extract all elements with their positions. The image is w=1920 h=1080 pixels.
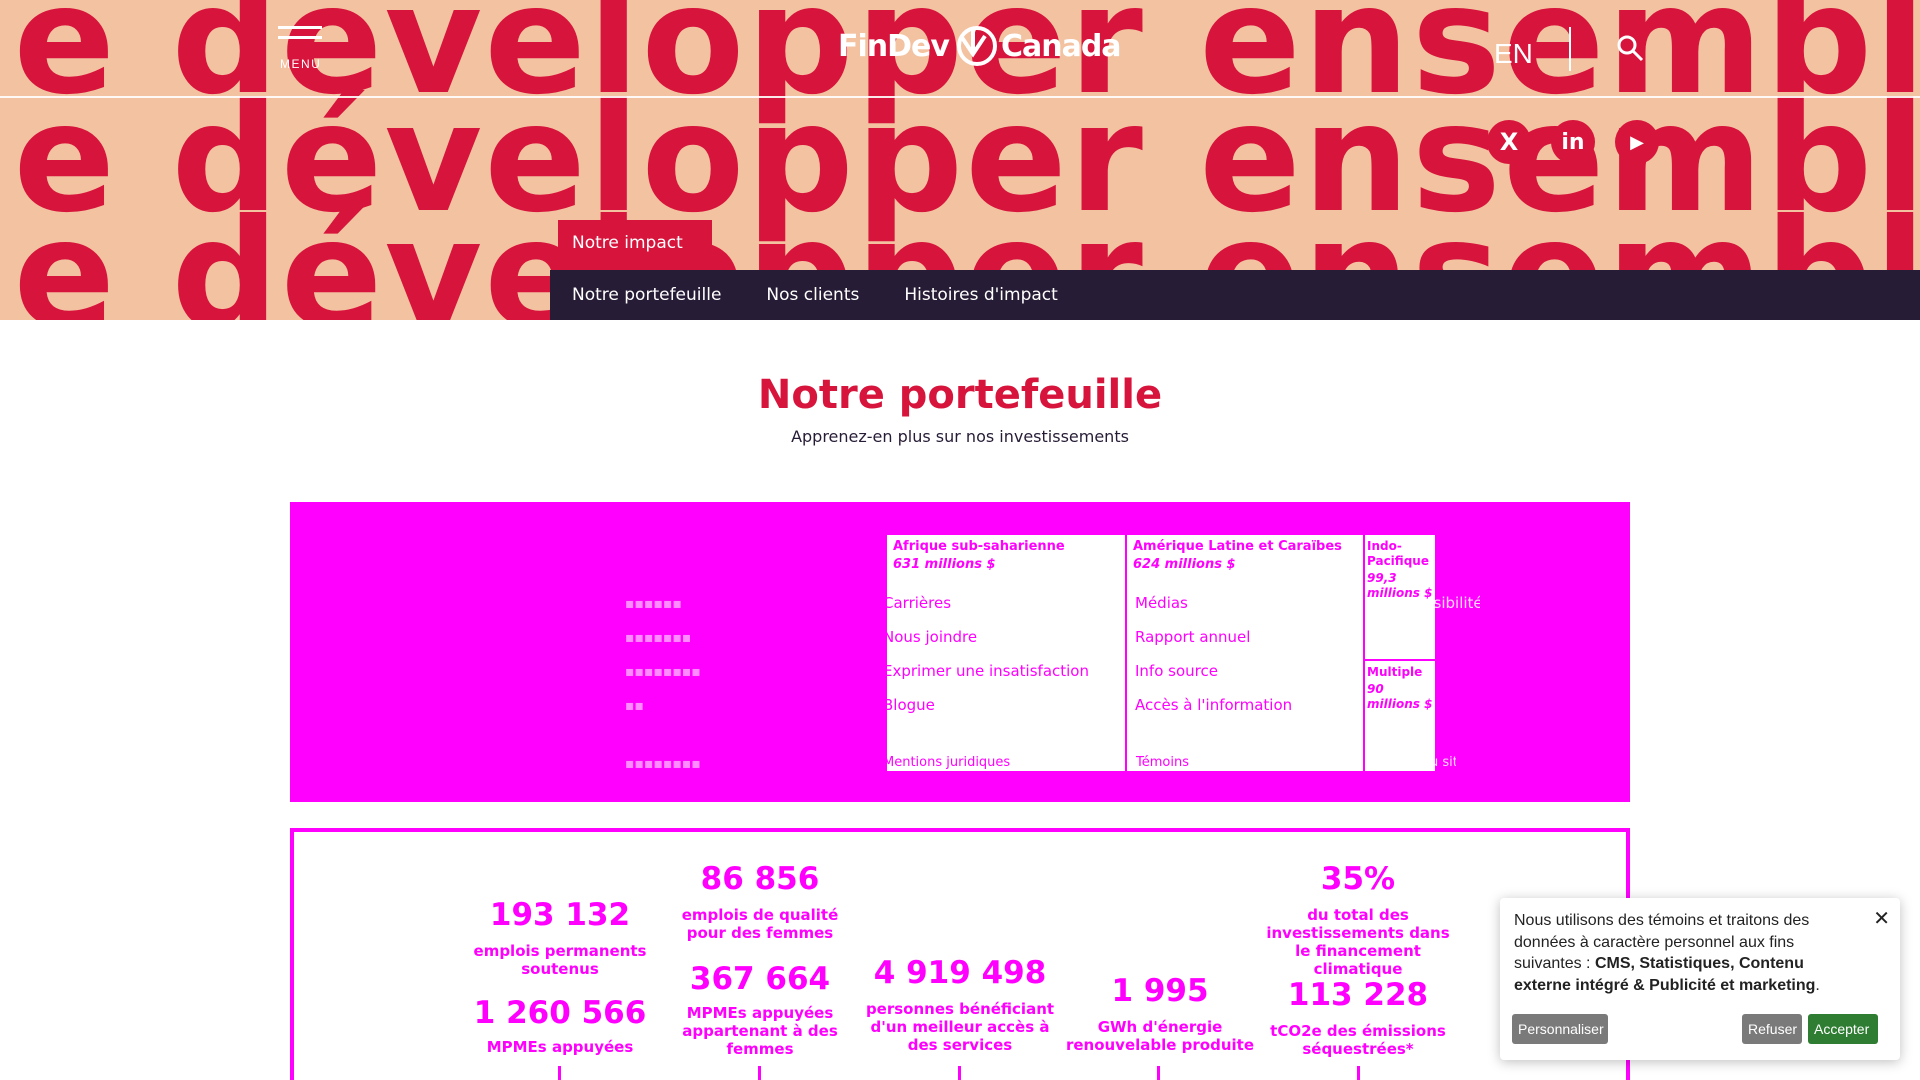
stat-emplois-femmes: 86 856 emplois de qualité pour des femme…	[660, 862, 860, 942]
refuse-button[interactable]: Refuser	[1742, 1014, 1802, 1044]
close-icon[interactable]: ✕	[1873, 906, 1890, 933]
footer-link-nous-joindre[interactable]: Nous joindre	[883, 628, 977, 646]
ghost-link: ▪▪▪▪▪▪▪	[625, 630, 692, 646]
customize-button[interactable]: Personnaliser	[1512, 1014, 1608, 1044]
stat-value: 1 995	[1111, 973, 1209, 1009]
search-icon[interactable]	[1616, 34, 1644, 62]
region-name: Multiple	[1367, 665, 1423, 679]
stat-climat: 35% du total des investissements dans le…	[1258, 862, 1458, 978]
region-amount: 624 millions $	[1133, 557, 1236, 573]
footer-link-carrieres[interactable]: Carrières	[883, 594, 951, 612]
x-twitter-icon[interactable]: X	[1487, 120, 1531, 164]
stat-connector	[1357, 1066, 1360, 1080]
findev-logo[interactable]: FinDev Canada	[838, 22, 1122, 70]
stat-energie: 1 995 GWh d'énergie renouvelable produit…	[1060, 974, 1260, 1054]
ghost-link: ▪▪▪▪▪▪	[625, 596, 682, 612]
footer-link-rapport[interactable]: Rapport annuel	[1135, 628, 1250, 646]
footer-link-accessibilite[interactable]: Accessibilité	[1390, 594, 1480, 612]
stat-value: 4 919 498	[873, 955, 1047, 991]
stat-value: 193 132	[489, 897, 631, 933]
stat-label: MPMEs appuyées appartenant à des femmes	[682, 1004, 838, 1059]
footer-link-info-source[interactable]: Info source	[1135, 662, 1218, 680]
ghost-link: ▪▪▪▪▪▪▪▪	[625, 756, 701, 772]
header-divider	[0, 96, 1920, 98]
hamburger-icon	[278, 26, 322, 29]
cookie-text-end: .	[1815, 976, 1820, 994]
hamburger-icon-bar	[278, 36, 322, 39]
region-name: Indo-Pacifique	[1367, 539, 1429, 568]
treemap-cell-amerique[interactable]: Amérique Latine et Caraïbes 624 millions…	[1125, 533, 1365, 773]
linkedin-icon[interactable]: in	[1551, 120, 1595, 164]
stat-label: emplois permanents soutenus	[473, 942, 647, 979]
stat-label: du total des investissements dans le fin…	[1266, 906, 1450, 979]
stat-mpmes: 1 260 566 MPMEs appuyées	[465, 996, 655, 1056]
stat-personnes: 4 919 498 personnes bénéficiant d'un mei…	[860, 956, 1060, 1054]
region-treemap: Afrique sub-saharienne 631 millions $ Am…	[885, 533, 1437, 773]
region-name: Amérique Latine et Caraïbes	[1133, 539, 1342, 554]
footer-link-blogue[interactable]: Blogue	[883, 696, 935, 714]
stat-value: 35%	[1320, 861, 1396, 897]
stat-connector	[958, 1066, 961, 1080]
stat-value: 86 856	[700, 861, 820, 897]
hero-banner: le développer ensemble développer ensemb…	[0, 0, 1920, 320]
stat-connector	[558, 1066, 561, 1080]
stat-label: MPMEs appuyées	[486, 1038, 634, 1057]
footer-link-medias[interactable]: Médias	[1135, 594, 1188, 612]
menu-button[interactable]: MENU	[278, 26, 326, 72]
cookie-message: Nous utilisons des témoins et traitons d…	[1514, 910, 1859, 996]
stat-label: GWh d'énergie renouvelable produite	[1065, 1018, 1255, 1055]
nav-item-portefeuille[interactable]: Notre portefeuille	[572, 285, 721, 305]
nav-item-histoires[interactable]: Histoires d'impact	[904, 285, 1057, 305]
stat-connector	[1157, 1066, 1160, 1080]
logo-text-left: FinDev	[838, 28, 950, 64]
page-subtitle: Apprenez-en plus sur nos investissements	[791, 427, 1129, 446]
stat-value: 367 664	[689, 961, 831, 997]
menu-label: MENU	[280, 57, 322, 71]
stat-label: personnes bénéficiant d'un meilleur accè…	[865, 1000, 1055, 1055]
cookie-consent-banner: ✕ Nous utilisons des témoins et traitons…	[1500, 898, 1900, 1060]
region-amount: 631 millions $	[893, 557, 996, 573]
stat-value: 113 228	[1287, 977, 1429, 1013]
footer-link-plan-site[interactable]: Plan du site	[1390, 755, 1456, 770]
ghost-link: ▪▪	[625, 698, 644, 714]
tab-notre-impact[interactable]: Notre impact	[558, 220, 712, 270]
youtube-icon[interactable]: ▶	[1615, 120, 1659, 164]
region-name: Afrique sub-saharienne	[893, 539, 1065, 554]
stat-label: emplois de qualité pour des femmes	[681, 906, 839, 943]
page-title: Notre portefeuille	[757, 372, 1163, 418]
ghost-link: ▪▪▪▪▪▪▪▪	[625, 664, 701, 680]
header-separator	[1569, 27, 1571, 71]
secondary-nav: Notre portefeuille Nos clients Histoires…	[550, 270, 1920, 320]
stat-label: tCO2e des émissions séquestrées*	[1270, 1022, 1446, 1059]
logo-text-right: Canada	[1000, 28, 1122, 64]
treemap-cell-afrique[interactable]: Afrique sub-saharienne 631 millions $	[885, 533, 1127, 773]
logo-leaf-icon	[956, 26, 997, 66]
stat-value: 1 260 566	[473, 995, 647, 1031]
accept-button[interactable]: Accepter	[1808, 1014, 1878, 1044]
stat-connector	[758, 1066, 761, 1080]
region-amount: 90 millions $	[1367, 682, 1433, 711]
language-toggle[interactable]: EN	[1494, 38, 1533, 70]
stat-emissions: 113 228 tCO2e des émissions séquestrées*	[1258, 978, 1458, 1058]
footer-link-acces-info[interactable]: Accès à l'information	[1135, 696, 1292, 714]
stat-emplois: 193 132 emplois permanents soutenus	[465, 898, 655, 978]
footer-link-mentions[interactable]: Mentions juridiques	[883, 755, 1010, 770]
stat-mpmes-femmes: 367 664 MPMEs appuyées appartenant à des…	[660, 962, 860, 1058]
nav-item-clients[interactable]: Nos clients	[766, 285, 859, 305]
footer-link-temoins[interactable]: Témoins	[1136, 755, 1189, 770]
footer-link-insatisfaction[interactable]: Exprimer une insatisfaction	[883, 662, 1089, 680]
